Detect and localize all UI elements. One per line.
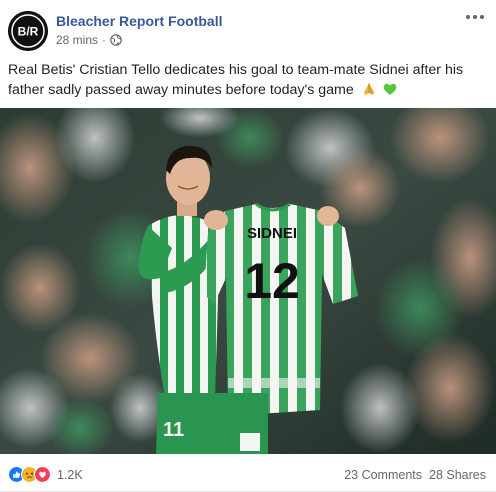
comments-count-link[interactable]: 23 Comments xyxy=(344,468,422,482)
post-text: Real Betis' Cristian Tello dedicates his… xyxy=(8,60,488,100)
shares-count-link[interactable]: 28 Shares xyxy=(429,468,486,482)
shirt-name: SIDNEI xyxy=(247,225,297,242)
post-timestamp[interactable]: 28 mins xyxy=(56,33,98,47)
post-header: B/R Bleacher Report Football 28 mins · xyxy=(0,0,496,58)
reactions-summary[interactable]: 1.2K xyxy=(8,466,83,483)
avatar-letters: B/R xyxy=(18,25,39,39)
page-avatar[interactable]: B/R xyxy=(8,11,48,51)
reaction-count: 1.2K xyxy=(57,467,83,482)
bleacher-report-logo: B/R xyxy=(8,11,48,51)
folded-hands-icon xyxy=(363,83,374,95)
shorts-number: 11 xyxy=(163,419,184,441)
more-options-icon[interactable] xyxy=(464,10,486,24)
page-name-link[interactable]: Bleacher Report Football xyxy=(56,13,222,29)
love-icon xyxy=(34,466,51,483)
post-meta: 28 mins · xyxy=(56,33,122,47)
globe-icon[interactable] xyxy=(110,34,122,46)
engagement-counts: 23 Comments 28 Shares xyxy=(344,468,486,482)
post-footer: 1.2K 23 Comments 28 Shares xyxy=(0,454,496,492)
meta-separator: · xyxy=(102,33,107,47)
green-heart-icon xyxy=(383,83,397,95)
post-photo[interactable]: SIDNEI 12 11 xyxy=(0,108,496,454)
player-celebration-image: SIDNEI 12 11 xyxy=(0,108,496,454)
shirt-number: 12 xyxy=(244,253,300,309)
